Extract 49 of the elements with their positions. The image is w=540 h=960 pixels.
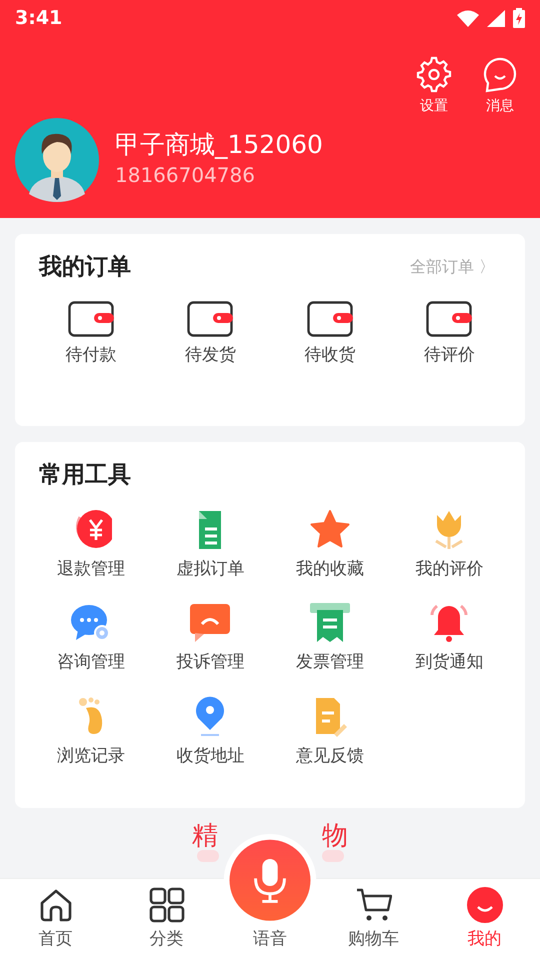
- wallet-icon: [426, 300, 472, 336]
- tab-bar-item[interactable]: 我的: [429, 886, 540, 960]
- tool-button[interactable]: 意见反馈: [296, 696, 364, 769]
- tool-button[interactable]: 咨询管理: [56, 602, 125, 676]
- heading-highlight: [322, 850, 344, 862]
- tab-bar-item[interactable]: 语音: [222, 834, 318, 960]
- order-status-button[interactable]: 待评价: [424, 300, 475, 368]
- smile-icon: [466, 886, 502, 922]
- wallet-icon: [187, 300, 234, 336]
- tool-button[interactable]: 虚拟订单: [176, 508, 244, 582]
- home-icon: [38, 886, 74, 922]
- grid-icon: [148, 886, 184, 922]
- speech-bubble-icon: [189, 602, 232, 644]
- chat-bubble-icon: [481, 56, 519, 94]
- wallet-icon: [68, 300, 114, 336]
- status-time: 3:41: [15, 6, 62, 31]
- tool-button[interactable]: 收货地址: [176, 696, 244, 769]
- settings-button[interactable]: 设置: [409, 56, 459, 118]
- order-status-button[interactable]: 待付款: [65, 300, 116, 368]
- avatar-icon: [15, 118, 99, 202]
- order-status-button[interactable]: 待发货: [184, 300, 236, 368]
- tool-button[interactable]: 退款管理: [56, 508, 125, 582]
- tab-bar-item[interactable]: 购物车: [318, 886, 429, 960]
- heading-highlight: [197, 850, 219, 862]
- battery-icon: [513, 8, 525, 28]
- signal-icon: [487, 10, 505, 26]
- wifi-icon: [457, 10, 479, 26]
- tool-button[interactable]: 发票管理: [296, 602, 364, 676]
- receipt-icon: [308, 602, 351, 644]
- wallet-icon: [306, 300, 353, 336]
- heading-character: 精: [192, 824, 218, 848]
- bell-icon: [428, 602, 470, 644]
- settings-icon: [415, 56, 453, 94]
- tool-button[interactable]: 投诉管理: [176, 602, 244, 676]
- tab-bar-item[interactable]: 分类: [111, 886, 222, 960]
- heading-character: 物: [322, 824, 348, 848]
- tab-bar-item[interactable]: 首页: [0, 886, 111, 960]
- username: 甲子商城_152060: [115, 130, 323, 160]
- tool-button[interactable]: 我的评价: [415, 508, 484, 582]
- section-title: 我的订单: [39, 253, 131, 282]
- star-icon: [308, 508, 351, 550]
- section-title: 常用工具: [39, 462, 131, 488]
- tool-button[interactable]: 浏览记录: [56, 696, 125, 769]
- phone-number: 18166704786: [115, 162, 256, 189]
- tool-button[interactable]: 到货通知: [415, 602, 484, 676]
- message-button[interactable]: 消息: [475, 56, 525, 118]
- cart-icon: [356, 886, 392, 922]
- order-status-button[interactable]: 待收货: [304, 300, 356, 368]
- tool-button[interactable]: 我的收藏: [296, 508, 364, 582]
